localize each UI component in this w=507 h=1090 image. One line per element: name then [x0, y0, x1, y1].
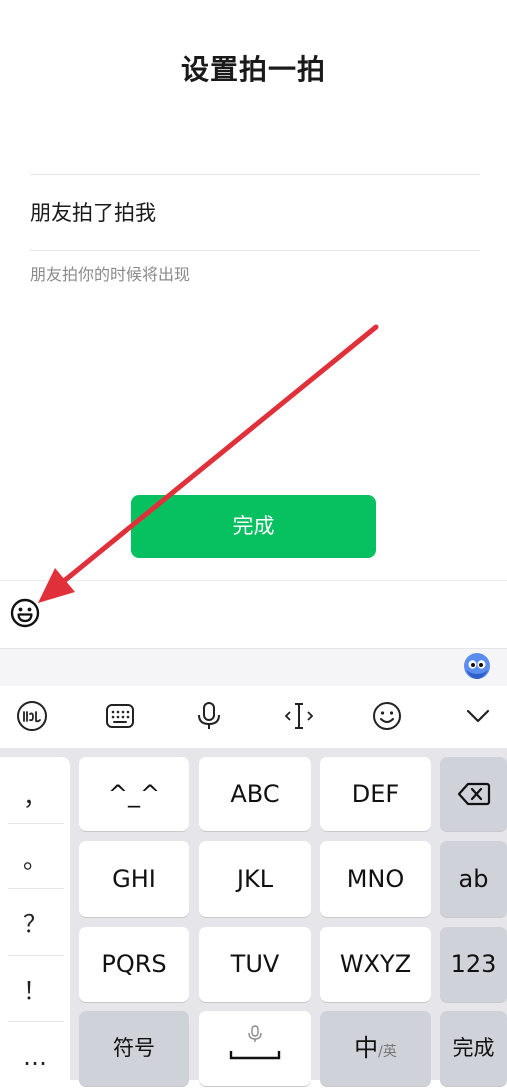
key-label: PQRS [101, 950, 167, 978]
key-ab[interactable]: ab [440, 841, 507, 917]
key-label: 123 [450, 950, 497, 978]
page-title: 设置拍一拍 [180, 53, 326, 86]
keyboard-mascot-icon[interactable] [463, 652, 491, 680]
key-label: WXYZ [339, 950, 412, 978]
field-bottom-divider [30, 250, 480, 251]
ime-toolbar [0, 686, 507, 748]
key-emoticon[interactable]: ^_^ [79, 757, 189, 831]
key-label: 完成 [452, 1036, 495, 1060]
key-sublabel: /英 [378, 1044, 397, 1060]
backspace-key[interactable] [440, 757, 507, 831]
microphone-icon[interactable] [192, 699, 226, 733]
punct-divider [8, 823, 64, 824]
key-jkl[interactable]: JKL [199, 841, 311, 917]
key-label: TUV [230, 950, 280, 978]
space-key[interactable] [199, 1011, 311, 1086]
punct-divider [8, 888, 64, 889]
emoji-face-icon[interactable] [370, 699, 404, 733]
key-label: ABC [230, 780, 280, 808]
field-top-divider [30, 174, 480, 175]
emoji-bar [0, 580, 507, 648]
space-mic-icon [229, 1025, 281, 1060]
text-cursor-icon[interactable] [282, 699, 316, 733]
done-button[interactable]: 完成 [131, 495, 376, 558]
key-mno[interactable]: MNO [320, 841, 431, 917]
key-abc[interactable]: ABC [199, 757, 311, 831]
smiley-icon[interactable] [9, 597, 41, 629]
key-chinese-english[interactable]: 中/英 [320, 1011, 431, 1086]
punct-period[interactable]: 。 [0, 827, 70, 893]
key-def[interactable]: DEF [320, 757, 431, 831]
key-label: 中 [354, 1034, 379, 1062]
collapse-chevron-icon[interactable] [461, 699, 495, 733]
key-label: MNO [346, 865, 405, 893]
punct-ellipsis[interactable]: … [0, 1024, 70, 1090]
key-tuv[interactable]: TUV [199, 927, 311, 1002]
key-label: ab [458, 865, 489, 893]
key-done[interactable]: 完成 [440, 1011, 507, 1086]
key-pqrs[interactable]: PQRS [79, 927, 189, 1002]
punct-divider [8, 955, 64, 956]
key-wxyz[interactable]: WXYZ [320, 927, 431, 1002]
punct-question[interactable]: ？ [0, 891, 70, 957]
key-123[interactable]: 123 [440, 927, 507, 1002]
key-label: DEF [351, 780, 400, 808]
key-label: JKL [236, 865, 274, 893]
key-label: GHI [112, 865, 156, 893]
key-label: ^_^ [107, 780, 161, 808]
candidate-strip [0, 648, 507, 686]
key-ghi[interactable]: GHI [79, 841, 189, 917]
keyboard-layout-icon[interactable] [103, 699, 137, 733]
punct-exclaim[interactable]: ！ [0, 958, 70, 1024]
pat-text-input[interactable]: 朋友拍了拍我 [30, 196, 156, 230]
keyboard-brand-icon[interactable] [15, 699, 49, 733]
backspace-icon [457, 782, 490, 806]
punct-divider [8, 1021, 64, 1022]
key-label: 符号 [113, 1036, 155, 1060]
key-symbols[interactable]: 符号 [79, 1011, 189, 1086]
field-hint: 朋友拍你的时候将出现 [30, 265, 191, 284]
punct-comma[interactable]: ， [0, 764, 70, 830]
